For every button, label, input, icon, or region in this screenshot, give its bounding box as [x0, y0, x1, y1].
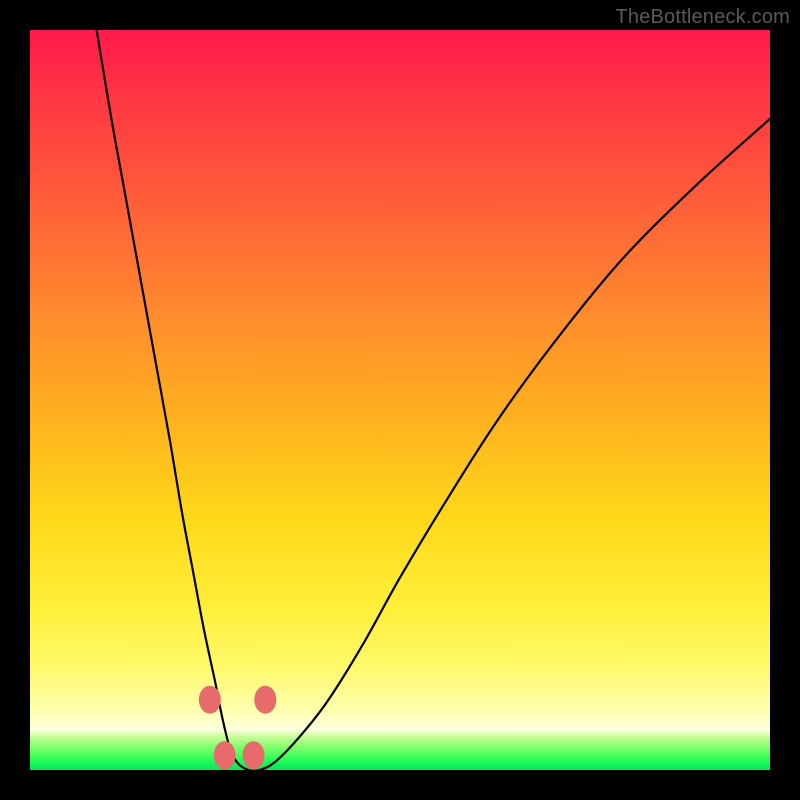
- highlight-dot: [243, 741, 265, 769]
- bottleneck-curve: [97, 30, 770, 771]
- plot-area: [30, 30, 770, 770]
- chart-frame: TheBottleneck.com: [0, 0, 800, 800]
- watermark-text: TheBottleneck.com: [615, 6, 790, 29]
- highlight-dot: [199, 686, 221, 714]
- highlight-dots: [199, 686, 276, 770]
- curve-layer: [30, 30, 770, 770]
- highlight-dot: [254, 686, 276, 714]
- highlight-dot: [214, 741, 236, 769]
